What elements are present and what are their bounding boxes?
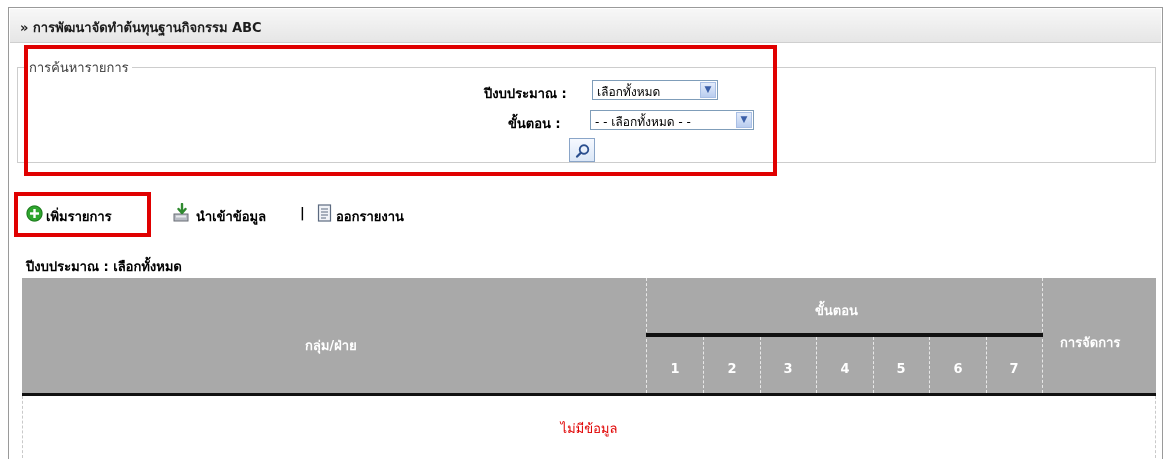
step-number-5: 5 (896, 362, 906, 377)
step-number-2: 2 (727, 362, 737, 377)
step-number-1: 1 (670, 362, 680, 377)
column-header-group: กลุ่ม/ฝ่าย (305, 339, 357, 354)
column-header-steps: ขั้นตอน (815, 304, 858, 319)
import-data-label: นำเข้าข้อมูล (196, 210, 267, 225)
fiscal-year-select[interactable]: เลือกทั้งหมด ▼ (592, 80, 718, 100)
report-icon (317, 204, 332, 222)
table-body: ไม่มีข้อมูล (22, 396, 1156, 458)
step-number-6: 6 (953, 362, 963, 377)
step-number-7: 7 (1009, 362, 1019, 377)
step-label: ขั้นตอน : (508, 117, 561, 132)
fiscal-year-selected: เลือกทั้งหมด (597, 85, 661, 99)
empty-state-message: ไม่มีข้อมูล (560, 422, 618, 437)
search-button[interactable] (569, 138, 595, 162)
export-report-button[interactable]: ออกรายงาน (316, 202, 436, 226)
search-legend: การค้นหารายการ (29, 61, 129, 76)
table-header: กลุ่ม/ฝ่าย ขั้นตอน การจัดการ 1 2 3 4 5 6… (22, 278, 1156, 395)
search-icon (575, 144, 590, 158)
add-item-label: เพิ่มรายการ (46, 210, 112, 225)
export-report-label: ออกรายงาน (336, 210, 404, 225)
step-number-3: 3 (783, 362, 793, 377)
chevron-down-icon: ▼ (700, 82, 716, 98)
panel-header: » การพัฒนาจัดทำต้นทุนฐานกิจกรรม ABC (10, 9, 1161, 43)
toolbar-separator: | (300, 206, 305, 221)
import-data-button[interactable]: นำเข้าข้อมูล (172, 202, 290, 226)
steps-header-rule (646, 333, 1043, 337)
step-select[interactable]: - - เลือกทั้งหมด - - ▼ (590, 110, 754, 130)
page-title: » การพัฒนาจัดทำต้นทุนฐานกิจกรรม ABC (20, 21, 262, 36)
current-filter-label: ปีงบประมาณ : เลือกทั้งหมด (26, 260, 182, 275)
import-icon (173, 203, 189, 222)
plus-circle-icon (26, 205, 43, 222)
chevron-down-icon: ▼ (736, 112, 752, 128)
fiscal-year-label: ปีงบประมาณ : (484, 87, 567, 102)
step-selected: - - เลือกทั้งหมด - - (595, 115, 691, 129)
add-item-button[interactable]: เพิ่มรายการ (26, 202, 144, 226)
toolbar-separator: | (147, 206, 152, 221)
step-number-4: 4 (840, 362, 850, 377)
column-header-manage: การจัดการ (1060, 336, 1121, 351)
